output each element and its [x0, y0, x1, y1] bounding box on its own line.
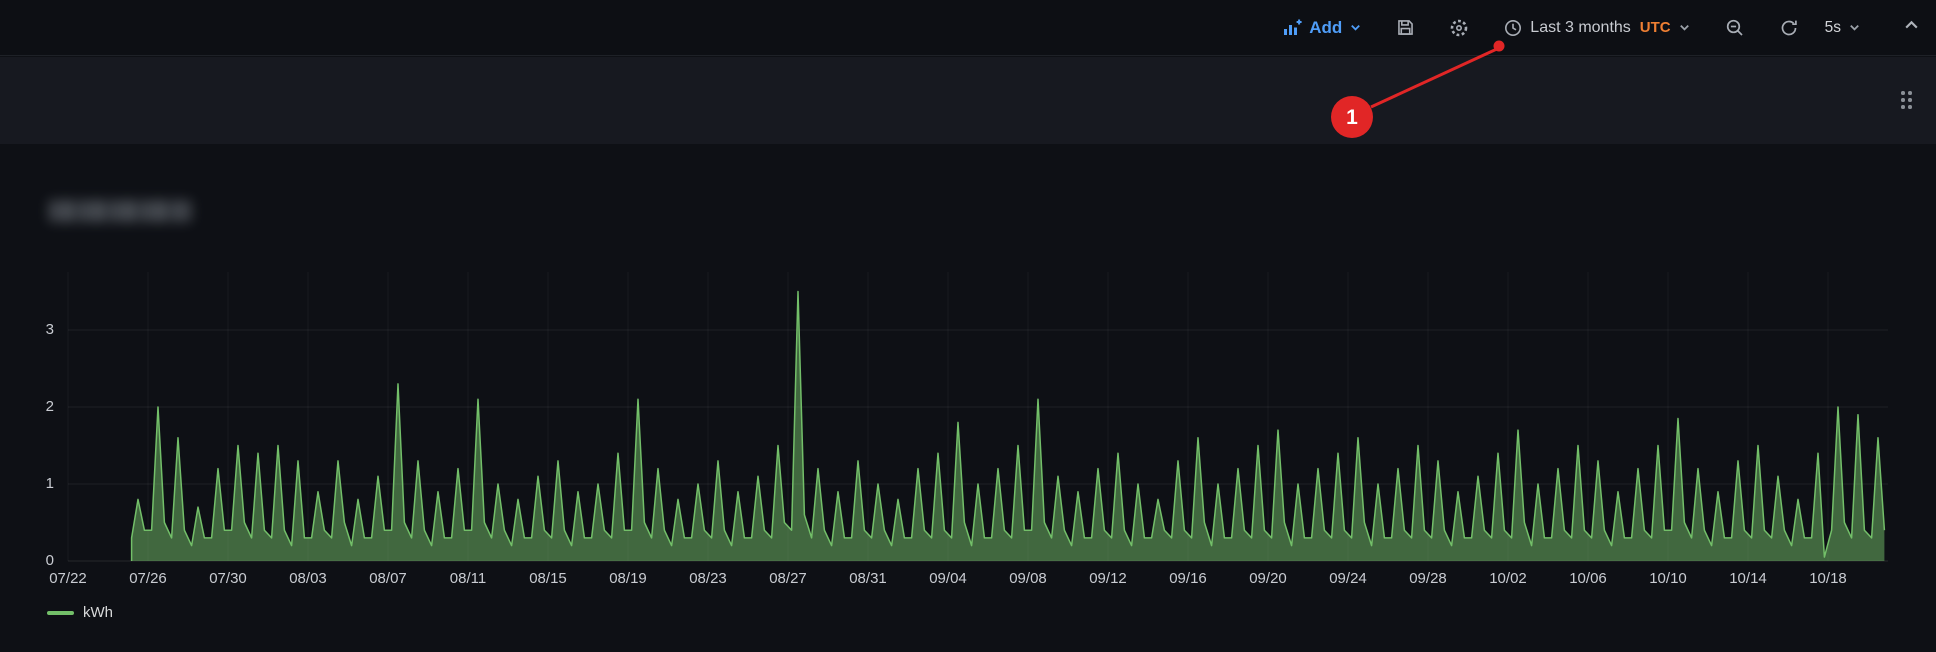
refresh-interval-label: 5s: [1825, 19, 1841, 37]
chevron-down-icon: [1848, 21, 1861, 34]
refresh-icon: [1779, 18, 1799, 38]
dashboard-toolbar: Add: [0, 0, 1936, 56]
chevron-down-icon: [1349, 21, 1362, 34]
chevron-up-icon: [1903, 17, 1920, 39]
grafana-dashboard: Add: [0, 0, 1936, 652]
legend-series-label: kWh: [83, 604, 113, 621]
gear-icon: [1449, 18, 1469, 38]
time-series-plot[interactable]: [68, 270, 1888, 562]
zoom-out-time-button[interactable]: [1719, 13, 1751, 43]
save-dashboard-button[interactable]: [1390, 13, 1421, 42]
clock-history-icon: [1503, 18, 1523, 38]
time-range-picker[interactable]: Last 3 months UTC: [1497, 13, 1696, 43]
refresh-button[interactable]: [1773, 13, 1805, 43]
zoom-out-icon: [1725, 18, 1745, 38]
legend-series-swatch: [47, 611, 74, 615]
dashboard-settings-button[interactable]: [1443, 13, 1475, 43]
dashboard-controls-row: [0, 57, 1936, 144]
add-chart-icon: [1282, 18, 1302, 38]
drag-handle[interactable]: [1901, 91, 1912, 109]
time-range-label: Last 3 months: [1530, 19, 1631, 37]
panel-title-redacted: [49, 200, 191, 222]
add-panel-button[interactable]: Add: [1276, 13, 1368, 43]
collapse-toolbar-button[interactable]: [1903, 17, 1920, 39]
refresh-interval-dropdown[interactable]: 5s: [1819, 14, 1867, 42]
timezone-badge: UTC: [1640, 19, 1671, 36]
legend-item-kwh[interactable]: kWh: [47, 604, 113, 621]
save-icon: [1396, 18, 1415, 37]
add-label: Add: [1309, 18, 1342, 38]
chevron-down-icon: [1678, 21, 1691, 34]
